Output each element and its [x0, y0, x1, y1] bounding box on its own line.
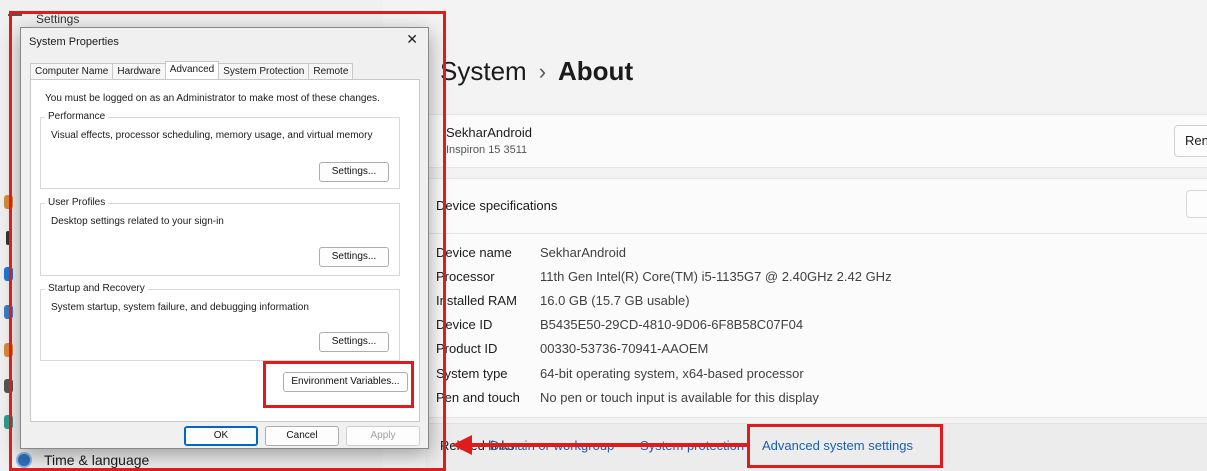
chevron-right-icon: ›: [538, 58, 547, 84]
rename-pc-button[interactable]: Rename this PC: [1174, 125, 1207, 157]
annotation-arrow-line: [470, 443, 748, 447]
device-model: Inspiron 15 3511: [446, 144, 528, 156]
spec-value: B5435E50-29CD-4810-9D06-6F8B58C07F04: [540, 317, 804, 332]
spec-row: Device name SekharAndroid: [436, 245, 626, 260]
spec-value: 11th Gen Intel(R) Core(TM) i5-1135G7 @ 2…: [540, 269, 892, 284]
spec-value: 00330-53736-70941-AAOEM: [540, 341, 709, 356]
spec-row: Installed RAM 16.0 GB (15.7 GB usable): [436, 293, 690, 308]
spec-key: Installed RAM: [436, 293, 517, 308]
annotation-env-button-highlight: [263, 361, 414, 408]
arrow-left-icon: [452, 435, 472, 455]
spec-value: 64-bit operating system, x64-based proce…: [540, 366, 804, 381]
spec-row: Processor 11th Gen Intel(R) Core(TM) i5-1…: [436, 269, 892, 284]
spec-row: Device ID B5435E50-29CD-4810-9D06-6F8B58C…: [436, 317, 803, 332]
spec-key: System type: [436, 366, 508, 381]
spec-row: System type 64-bit operating system, x64-…: [436, 366, 804, 381]
spec-key: Device ID: [436, 317, 493, 332]
spec-key: Pen and touch: [436, 390, 520, 405]
spec-value: No pen or touch input is available for t…: [540, 390, 819, 405]
divider: [425, 233, 1207, 234]
spec-value: 16.0 GB (15.7 GB usable): [540, 293, 690, 308]
copy-button[interactable]: [1186, 190, 1207, 218]
spec-value: SekharAndroid: [540, 245, 626, 260]
spec-key: Device name: [436, 245, 512, 260]
device-card: SekharAndroid Inspiron 15 3511: [425, 114, 1207, 168]
spec-heading-label: Device specifications: [436, 198, 558, 213]
spec-key: Product ID: [436, 341, 498, 356]
page-title: About: [558, 56, 634, 86]
breadcrumb-parent[interactable]: System: [440, 56, 527, 87]
device-name-heading: SekharAndroid: [446, 125, 532, 140]
breadcrumb: System › About: [440, 56, 633, 87]
spec-row: Pen and touch No pen or touch input is av…: [436, 390, 819, 405]
spec-row: Product ID 00330-53736-70941-AAOEM: [436, 341, 708, 356]
spec-key: Processor: [436, 269, 495, 284]
annotation-advanced-link-highlight: [747, 424, 943, 468]
spec-heading[interactable]: Device specifications: [436, 198, 557, 213]
